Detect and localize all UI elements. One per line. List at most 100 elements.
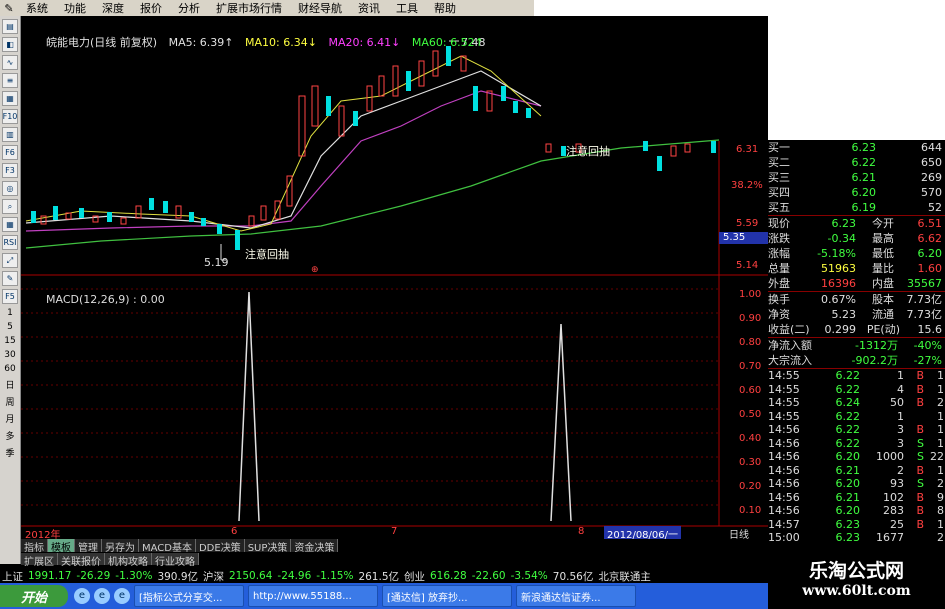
tab-ext-area[interactable]: 扩展区 <box>21 553 58 568</box>
f3-icon[interactable]: F3 <box>2 163 18 178</box>
ma20-value: MA20: 6.41↓ <box>328 36 401 49</box>
stat2-row: 换手 0.67% 股本 7.73亿 <box>768 293 942 306</box>
flow-row: 大宗流入 -902.2万 -27% <box>768 354 942 367</box>
ma-legend: 皖能电力(日线 前复权) MA5: 6.39↑ MA10: 6.34↓ MA20… <box>46 34 492 50</box>
macd-tick: 0.70 <box>739 361 762 372</box>
ie-icon[interactable]: e <box>94 588 110 604</box>
tab-dde[interactable]: DDE决策 <box>195 539 245 554</box>
menu-system[interactable]: 系统 <box>18 0 56 16</box>
bid-row: 买五 6.19 52 <box>768 201 942 214</box>
menu-tools[interactable]: 工具 <box>388 0 426 16</box>
macd-tick: 0.40 <box>739 433 762 444</box>
period-week[interactable]: 周 <box>0 395 20 408</box>
tab-institution[interactable]: 机构攻略 <box>105 553 152 568</box>
menu-bar: ✎ 系统 功能 深度 报价 分析 扩展市场行情 财经导航 资讯 工具 帮助 <box>0 0 534 16</box>
period-15min[interactable]: 15 <box>0 336 20 346</box>
month-8: 8 <box>578 526 585 537</box>
macd-tick: 0.80 <box>739 337 762 348</box>
tick-row: 14:55 6.22 4 B 1 <box>768 382 944 396</box>
grid-icon[interactable]: ▦ <box>2 217 18 232</box>
f6-icon[interactable]: F6 <box>2 145 18 160</box>
menu-depth[interactable]: 深度 <box>94 0 132 16</box>
trend-icon[interactable]: ∿ <box>2 55 18 70</box>
fib-tick: 38.2% <box>731 180 763 191</box>
tab-related-quote[interactable]: 关联报价 <box>58 553 105 568</box>
watermark: 乐淘公式网 www.60lt.com <box>768 550 945 609</box>
stat-row: 外盘 16396 内盘 35567 <box>768 277 942 290</box>
tab-indicator[interactable]: 指标 <box>21 539 48 554</box>
task-browser[interactable]: http://www.55188... <box>248 585 378 607</box>
ma10-value: MA10: 6.34↓ <box>245 36 317 49</box>
list-icon[interactable]: ≡ <box>2 73 18 88</box>
period-5min[interactable]: 5 <box>0 322 20 332</box>
period-quarter[interactable]: 季 <box>0 446 20 459</box>
tick-row: 14:56 6.22 3 B 1 <box>768 423 944 436</box>
tab-macd-basic[interactable]: MACD基本 <box>139 539 196 554</box>
task-tdx[interactable]: [通达信] 放弃抄... <box>382 585 512 607</box>
period-multi[interactable]: 多 <box>0 429 20 442</box>
period-30min[interactable]: 30 <box>0 350 20 360</box>
watermark-url: www.60lt.com <box>802 583 911 599</box>
f5-icon[interactable]: F5 <box>2 289 18 304</box>
stat2-row: 收益(二) 0.299 PE(动) 15.6 <box>768 323 942 336</box>
menu-help[interactable]: 帮助 <box>426 0 464 16</box>
period-1min[interactable]: 1 <box>0 308 20 318</box>
tick-row: 14:56 6.20 93 S 2 <box>768 477 944 490</box>
menu-finance-nav[interactable]: 财经导航 <box>290 0 350 16</box>
macd-tick: 0.60 <box>739 385 762 396</box>
menu-ext-market[interactable]: 扩展市场行情 <box>208 0 290 16</box>
tick-row: 14:55 6.22 1 B 1 <box>768 369 944 382</box>
globe-icon[interactable]: ◎ <box>2 181 18 196</box>
stat-row: 涨跌 -0.34 最高 6.62 <box>768 232 942 245</box>
app-logo-icon: ✎ <box>4 1 14 15</box>
f10-icon[interactable]: F10 <box>2 109 18 124</box>
low-annotation: 5.19 <box>204 256 229 269</box>
task-formula-share[interactable]: [指标公式分享交... <box>134 585 244 607</box>
tab-save-as[interactable]: 另存为 <box>102 539 139 554</box>
kline-chart-area[interactable]: 皖能电力(日线 前复权) MA5: 6.39↑ MA10: 6.34↓ MA20… <box>21 16 768 534</box>
pencil-icon[interactable]: ✎ <box>2 271 18 286</box>
indicator-tabs: 指标 模板 管理 另存为 MACD基本 DDE决策 SUP决策 资金决策 <box>21 539 768 554</box>
draw-icon[interactable]: ⤢ <box>2 253 18 268</box>
ie-icon[interactable]: e <box>114 588 130 604</box>
menu-news[interactable]: 资讯 <box>350 0 388 16</box>
ma5-value: MA5: 6.39↑ <box>168 36 234 49</box>
tick-row: 15:00 6.23 1677 2 <box>768 531 944 544</box>
tab-industry[interactable]: 行业攻略 <box>152 553 199 568</box>
chart-icon[interactable]: ▤ <box>2 19 18 34</box>
task-sina-tdx[interactable]: 新浪通达信证券... <box>516 585 636 607</box>
period-month[interactable]: 月 <box>0 412 20 425</box>
stock-title: 皖能电力(日线 前复权) <box>46 36 158 49</box>
macd-tick: 0.50 <box>739 409 762 420</box>
period-day[interactable]: 日 <box>0 378 20 391</box>
macd-tick: 0.90 <box>739 313 762 324</box>
tab-funds[interactable]: 资金决策 <box>291 539 339 554</box>
price-tick: 5.14 <box>736 260 759 271</box>
search-icon[interactable]: ⌕ <box>2 199 18 214</box>
report-icon[interactable]: ▦ <box>2 91 18 106</box>
menu-quote[interactable]: 报价 <box>132 0 170 16</box>
stat-icon[interactable]: ▥ <box>2 127 18 142</box>
stat-row: 现价 6.23 今开 6.51 <box>768 217 942 230</box>
tab-sup[interactable]: SUP决策 <box>244 539 292 554</box>
month-7: 7 <box>391 526 398 537</box>
note-pullback-1: 注意回抽 <box>245 248 289 261</box>
bid-row: 买二 6.22 650 <box>768 156 942 169</box>
tick-row: 14:56 6.21 102 B 9 <box>768 490 944 504</box>
tab-template[interactable]: 模板 <box>48 539 75 554</box>
menu-analysis[interactable]: 分析 <box>170 0 208 16</box>
tab-manage[interactable]: 管理 <box>75 539 102 554</box>
note-pullback-2: 注意回抽 <box>566 145 610 158</box>
kline-icon[interactable]: ◧ <box>2 37 18 52</box>
menu-function[interactable]: 功能 <box>56 0 94 16</box>
stat2-row: 净资 5.23 流通 7.73亿 <box>768 308 942 321</box>
tick-row: 14:57 6.23 25 B 1 <box>768 517 944 531</box>
quote-panel: 买一 6.23 644 买二 6.22 650 买三 6.21 269 买四 6.20 570 … <box>768 140 945 550</box>
tick-row: 14:55 6.22 1 1 <box>768 409 944 423</box>
rsi-icon[interactable]: RSI <box>2 235 18 250</box>
ie-icon[interactable]: e <box>74 588 90 604</box>
tick-row: 14:56 6.22 3 S 1 <box>768 436 944 450</box>
period-60min[interactable]: 60 <box>0 364 20 374</box>
left-toolbar: ▤ ◧ ∿ ≡ ▦ F10 ▥ F6 F3 ◎ ⌕ ▦ RSI ⤢ ✎ F5 1… <box>0 16 21 564</box>
start-button[interactable]: 开始 <box>0 585 68 607</box>
